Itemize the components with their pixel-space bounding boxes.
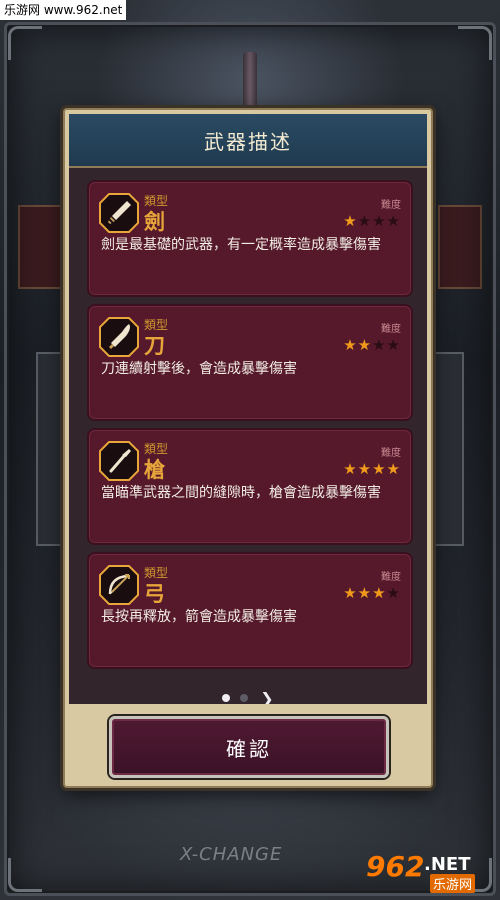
difficulty-stars: ★★★★ (343, 336, 401, 354)
weapon-type-name: 刀 (144, 334, 165, 358)
logo-number: 962 (366, 850, 425, 883)
star-filled-icon: ★ (357, 336, 373, 354)
star-empty-icon: ★ (357, 212, 373, 230)
difficulty-label: 難度 (381, 448, 401, 459)
weapon-type-name: 槍 (144, 458, 165, 482)
star-filled-icon: ★ (357, 584, 373, 602)
site-logo: 962 .NET 乐游网 (366, 850, 494, 894)
star-filled-icon: ★ (372, 460, 387, 478)
difficulty-label: 難度 (381, 200, 401, 211)
star-empty-icon: ★ (386, 336, 401, 354)
difficulty-label: 難度 (381, 572, 401, 583)
frame-corner-bottom-left (8, 858, 42, 892)
frame-corner-top-left (8, 26, 42, 60)
difficulty-stars: ★★★★ (343, 212, 401, 230)
logo-cn: 乐游网 (430, 874, 476, 893)
star-filled-icon: ★ (343, 336, 358, 354)
weapon-description: 長按再釋放，箭會造成暴擊傷害 (101, 609, 297, 625)
weapon-type-name: 弓 (144, 582, 165, 606)
weapon-description-dialog: 武器描述 類型劍難度 ★★★★ 劍是最基礎的武器，有一定概率造成暴擊傷害 類型刀難度 ★… (63, 108, 433, 788)
dialog-header: 武器描述 (69, 114, 427, 168)
bow-icon (99, 565, 139, 605)
star-filled-icon: ★ (343, 460, 358, 478)
weapon-card: 類型弓難度 ★★★★ 長按再釋放，箭會造成暴擊傷害 (87, 552, 413, 669)
page-indicator: ❯ (69, 688, 427, 704)
logo-domain: .NET (424, 854, 471, 875)
weapon-description: 刀連續射擊後，會造成暴擊傷害 (101, 361, 297, 377)
star-filled-icon: ★ (343, 212, 358, 230)
watermark-top: 乐游网 www.962.net (0, 0, 127, 20)
dialog-body: 類型劍難度 ★★★★ 劍是最基礎的武器，有一定概率造成暴擊傷害 類型刀難度 ★★★★ 刀連… (69, 168, 427, 704)
sword-icon (99, 193, 139, 233)
confirm-label: 確認 (226, 736, 272, 761)
weapon-card: 類型槍難度 ★★★★ 當瞄準武器之間的縫隙時，槍會造成暴擊傷害 (87, 428, 413, 545)
star-empty-icon: ★ (386, 584, 401, 602)
spear-icon (99, 441, 139, 481)
weapon-card: 類型劍難度 ★★★★ 劍是最基礎的武器，有一定概率造成暴擊傷害 (87, 180, 413, 297)
weapon-card: 類型刀難度 ★★★★ 刀連續射擊後，會造成暴擊傷害 (87, 304, 413, 421)
confirm-button[interactable]: 確認 (109, 716, 389, 778)
star-empty-icon: ★ (386, 212, 401, 230)
weapon-description: 當瞄準武器之間的縫隙時，槍會造成暴擊傷害 (101, 485, 381, 501)
difficulty-stars: ★★★★ (343, 584, 401, 602)
page-dot-2[interactable] (240, 694, 249, 702)
star-filled-icon: ★ (386, 460, 401, 478)
blade-icon (99, 317, 139, 357)
star-filled-icon: ★ (357, 460, 373, 478)
weapon-description: 劍是最基礎的武器，有一定概率造成暴擊傷害 (101, 237, 381, 253)
star-filled-icon: ★ (343, 584, 358, 602)
page-dot-1[interactable] (222, 694, 231, 702)
star-filled-icon: ★ (372, 584, 387, 602)
star-empty-icon: ★ (372, 336, 387, 354)
next-page-icon[interactable]: ❯ (260, 689, 273, 705)
frame-corner-top-right (458, 26, 492, 60)
xchange-watermark: X-CHANGE (180, 844, 283, 865)
weapon-type-name: 劍 (144, 210, 165, 234)
difficulty-label: 難度 (381, 324, 401, 335)
difficulty-stars: ★★★★ (343, 460, 401, 478)
dialog-title: 武器描述 (204, 129, 292, 154)
star-empty-icon: ★ (372, 212, 387, 230)
